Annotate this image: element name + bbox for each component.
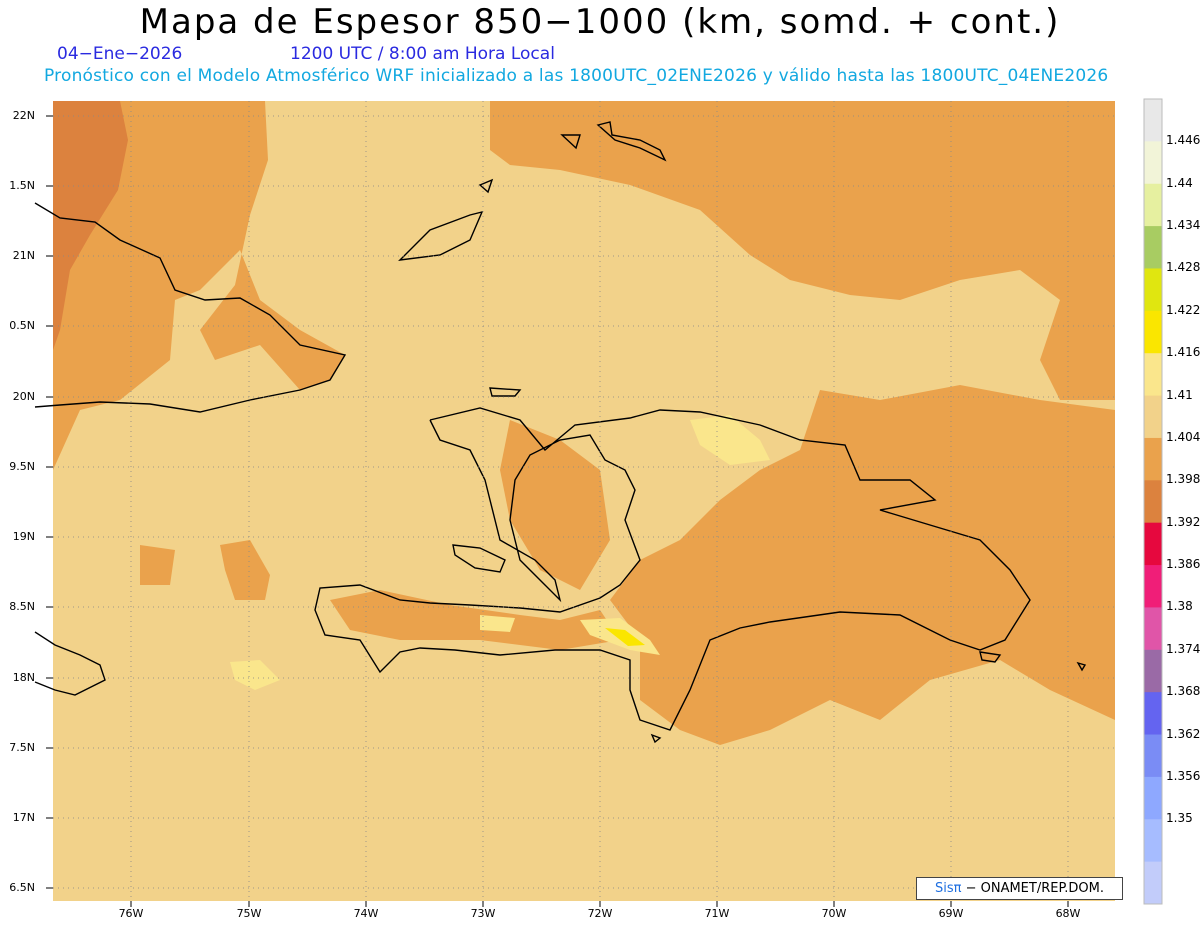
colorbar-label: 1.386 (1166, 557, 1200, 572)
lat-ticks (46, 115, 53, 889)
colorbar-swatch (1144, 692, 1162, 736)
lat-label: 8.5N (9, 600, 35, 613)
lat-label: 18N (12, 671, 35, 684)
colorbar-label: 1.35 (1166, 811, 1193, 826)
colorbar-label: 1.422 (1166, 302, 1200, 317)
lat-label: 7.5N (9, 741, 35, 754)
colorbar-swatch (1144, 353, 1162, 397)
credit-text: − ONAMET/REP.DOM. (961, 881, 1104, 896)
colorbar-label: 1.374 (1166, 641, 1200, 656)
colorbar-label: 1.368 (1166, 684, 1200, 699)
colorbar-swatch (1144, 395, 1162, 439)
colorbar-label: 1.392 (1166, 514, 1200, 529)
colorbar-label: 1.356 (1166, 768, 1200, 783)
colorbar-swatch (1144, 734, 1162, 778)
colorbar-swatch (1144, 310, 1162, 354)
colorbar-label: 1.362 (1166, 726, 1200, 741)
colorbar-label: 1.41 (1166, 387, 1193, 402)
lon-label: 70W (821, 907, 847, 920)
lat-label: 6.5N (9, 881, 35, 894)
lat-label: 20N (12, 390, 35, 403)
colorbar-swatch (1144, 99, 1162, 142)
thickness-map (34, 98, 1163, 907)
colorbar-label: 1.446 (1166, 133, 1200, 148)
lat-label: 19N (12, 530, 35, 543)
lat-label: 0.5N (9, 319, 35, 332)
colorbar-label: 1.38 (1166, 599, 1193, 614)
colorbar-swatch (1144, 861, 1162, 905)
lat-label: 22N (12, 109, 35, 122)
lon-label: 76W (118, 907, 144, 920)
lon-label: 71W (704, 907, 730, 920)
lat-label: 1.5N (9, 179, 35, 192)
colorbar-swatch (1144, 819, 1162, 863)
colorbar-swatch (1144, 522, 1162, 566)
colorbar-label: 1.398 (1166, 472, 1200, 487)
lon-label: 68W (1055, 907, 1081, 920)
colorbar (1143, 98, 1163, 905)
colorbar-swatch (1144, 226, 1162, 269)
lat-label: 17N (12, 811, 35, 824)
colorbar-label: 1.416 (1166, 345, 1200, 360)
lon-label: 74W (353, 907, 379, 920)
lon-label: 75W (236, 907, 262, 920)
colorbar-swatch (1144, 776, 1162, 820)
lon-label: 69W (938, 907, 964, 920)
field-region-398-small-b (140, 545, 175, 585)
colorbar-label: 1.434 (1166, 218, 1200, 233)
colorbar-swatch (1144, 607, 1162, 651)
credit-logo-text: Sisπ (934, 881, 962, 896)
colorbar-swatch (1144, 268, 1162, 312)
lat-label: 9.5N (9, 460, 35, 473)
lon-label: 73W (470, 907, 496, 920)
colorbar-swatch (1144, 649, 1162, 693)
colorbar-swatch (1144, 141, 1162, 185)
colorbar-label: 1.404 (1166, 429, 1200, 444)
colorbar-swatch (1144, 480, 1162, 524)
colorbar-label: 1.428 (1166, 260, 1200, 275)
colorbar-swatch (1144, 437, 1162, 481)
colorbar-swatch (1144, 183, 1162, 227)
lat-label: 21N (12, 249, 35, 262)
lon-label: 72W (587, 907, 613, 920)
credit-box: Sisπ − ONAMET/REP.DOM. (916, 877, 1123, 900)
colorbar-label: 1.44 (1166, 175, 1193, 190)
colorbar-swatch (1144, 565, 1162, 608)
